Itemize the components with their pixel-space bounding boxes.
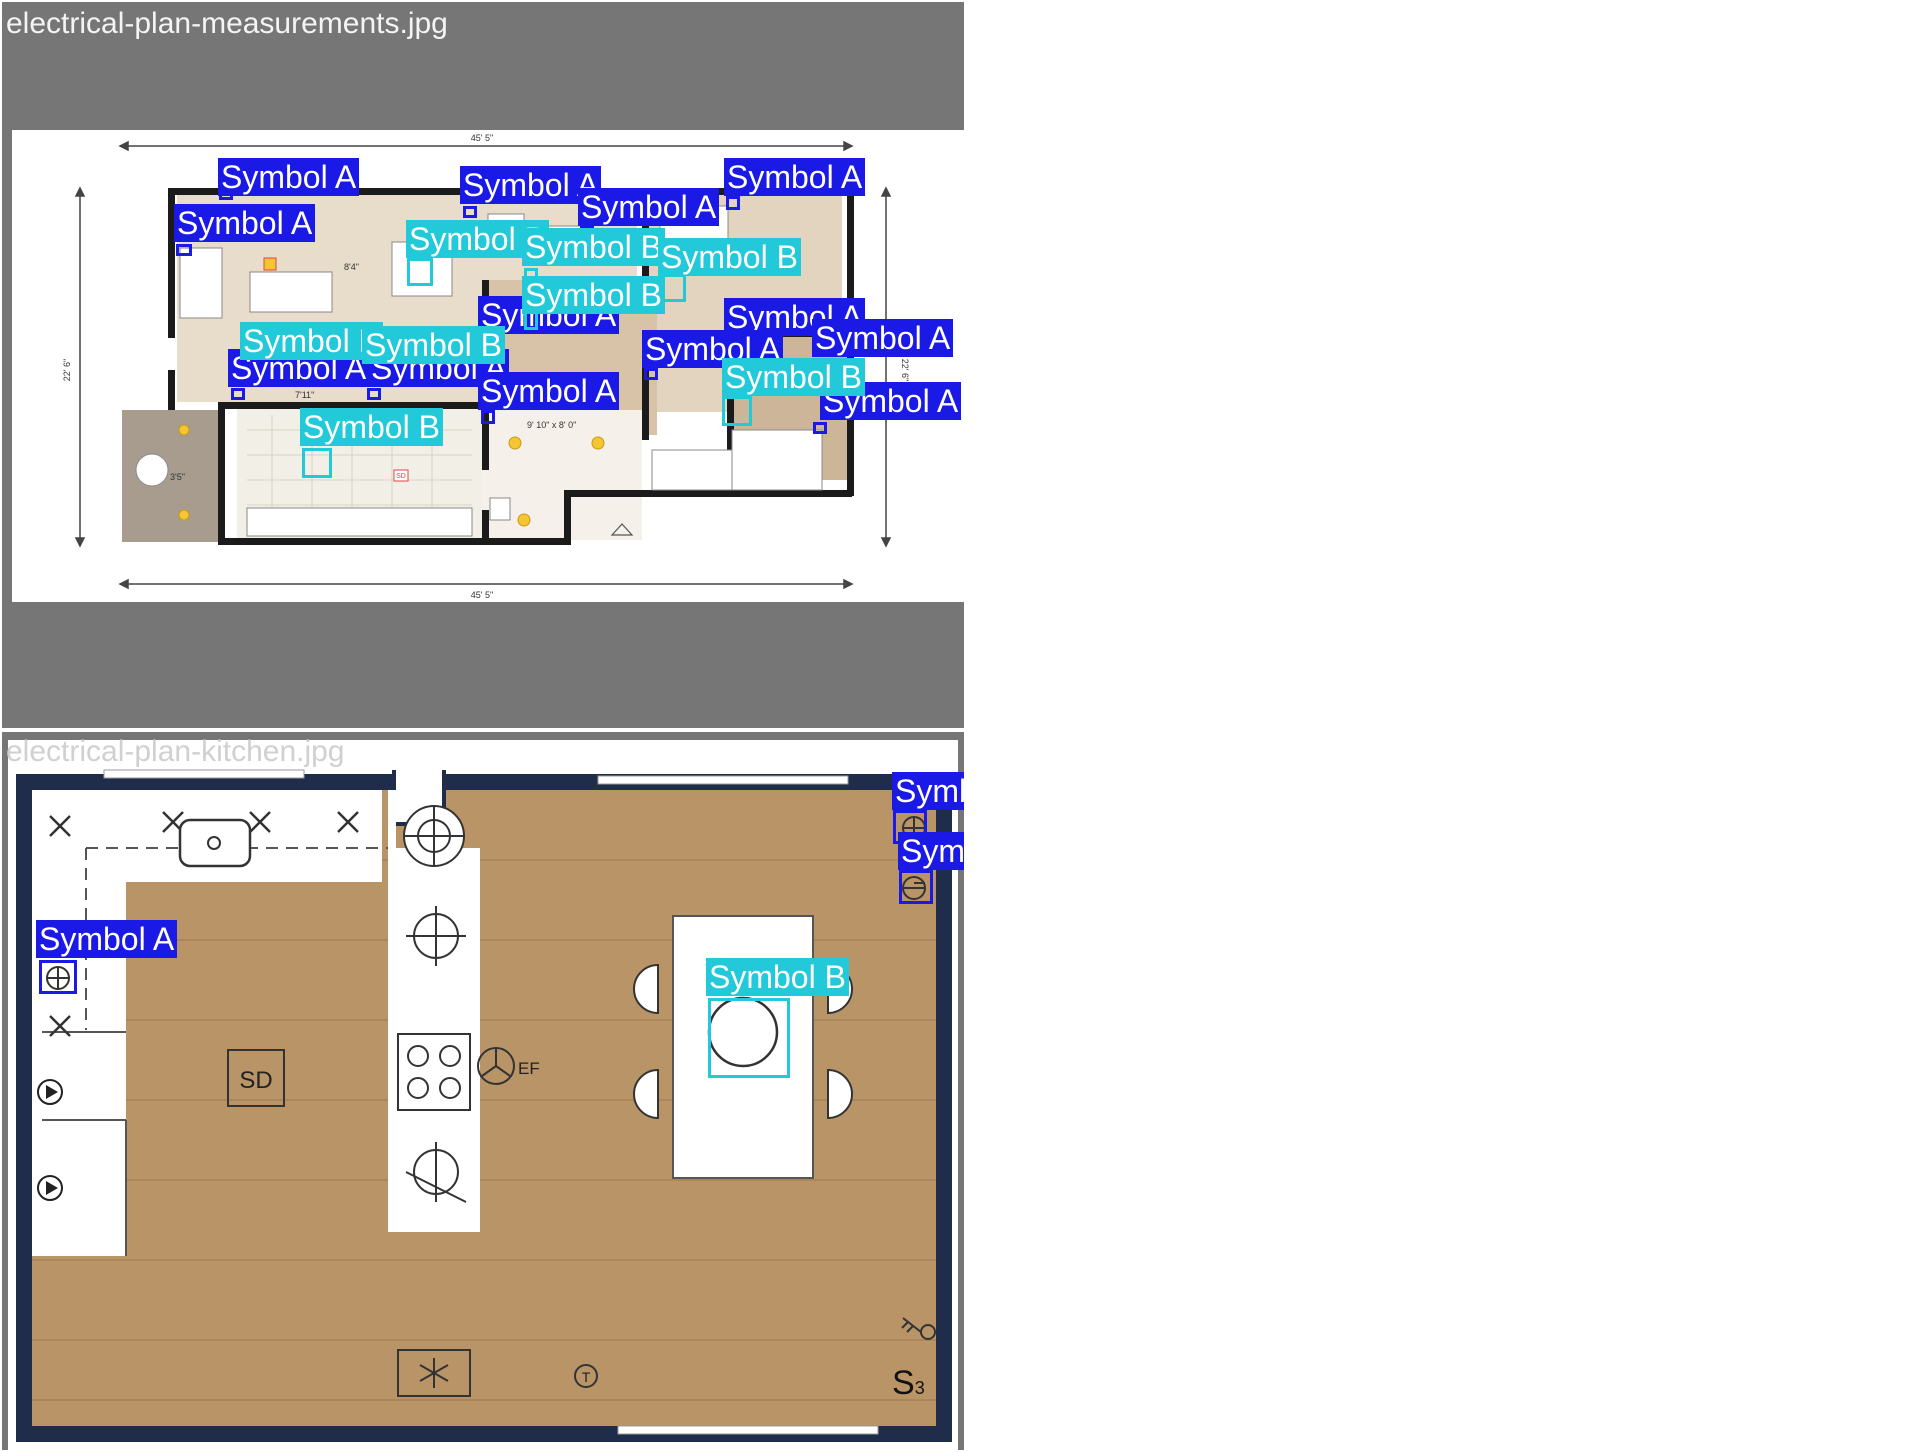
ef-label: EF <box>518 1059 540 1078</box>
note-room: 9' 10" x 8' 0" <box>527 420 576 430</box>
dim-top: 45' 5" <box>471 133 493 143</box>
detection-box-symbol-a <box>463 206 477 218</box>
t-label: T <box>582 1369 591 1385</box>
note-hall: 7'11" <box>295 390 314 400</box>
kitchen-sd-label: SD <box>239 1067 272 1094</box>
detection-label: Symbol A <box>892 772 964 810</box>
detection-label: Symbol B <box>362 326 505 364</box>
detection-box-symbol-a <box>231 388 245 400</box>
detection-box-symbol-a <box>367 388 381 400</box>
detection-label: Symbol A <box>898 832 964 870</box>
note-living: 8'4" <box>344 262 359 272</box>
panel-title: electrical-plan-measurements.jpg <box>6 7 448 40</box>
detection-box-symbol-a <box>39 960 77 994</box>
detection-label: Symbol B <box>658 238 801 276</box>
dim-right: 22' 6" <box>900 359 910 381</box>
detection-label: Symbol B <box>300 408 443 446</box>
detection-box-symbol-a <box>176 244 192 256</box>
detection-label: Symbol A <box>218 158 360 196</box>
detection-label: Symbol A <box>724 158 866 196</box>
detection-box-symbol-b <box>708 998 790 1078</box>
note-balcony: 3'5" <box>170 472 185 482</box>
dim-left: 22' 6" <box>62 359 72 381</box>
detection-label: Symbol B <box>522 228 665 266</box>
detection-box-symbol-b <box>407 258 433 286</box>
detection-label: Symbol B <box>522 276 665 314</box>
sd-label: SD <box>396 473 406 480</box>
detection-box-symbol-a <box>644 368 658 380</box>
detection-label: Symbol B <box>722 358 865 396</box>
detection-label: Symbol A <box>578 188 720 226</box>
panel-title: electrical-plan-kitchen.jpg <box>6 735 345 768</box>
detection-box-symbol-b <box>302 448 332 478</box>
detection-box-symbol-a <box>726 196 740 210</box>
detection-label: Symbol B <box>706 958 849 996</box>
detection-box-symbol-a <box>899 870 933 904</box>
detection-label: Symbol A <box>36 920 178 958</box>
detection-label: Symbol A <box>812 319 954 357</box>
detection-box-symbol-b <box>722 396 752 426</box>
dim-bottom: 45' 5" <box>471 590 493 600</box>
image-panel-kitchen: SD EF T S3 electrical-plan-kitchen.jpg S… <box>2 732 964 1450</box>
detection-label: Symbol A <box>174 204 316 242</box>
image-panel-measurements: electrical-plan-measurements.jpg 45' 5" … <box>2 2 964 728</box>
detection-label: Symbol A <box>478 372 620 410</box>
detection-box-symbol-a <box>813 422 827 434</box>
detection-box-symbol-a <box>481 410 495 424</box>
floor-plan-kitchen: SD EF T S3 <box>8 740 958 1450</box>
